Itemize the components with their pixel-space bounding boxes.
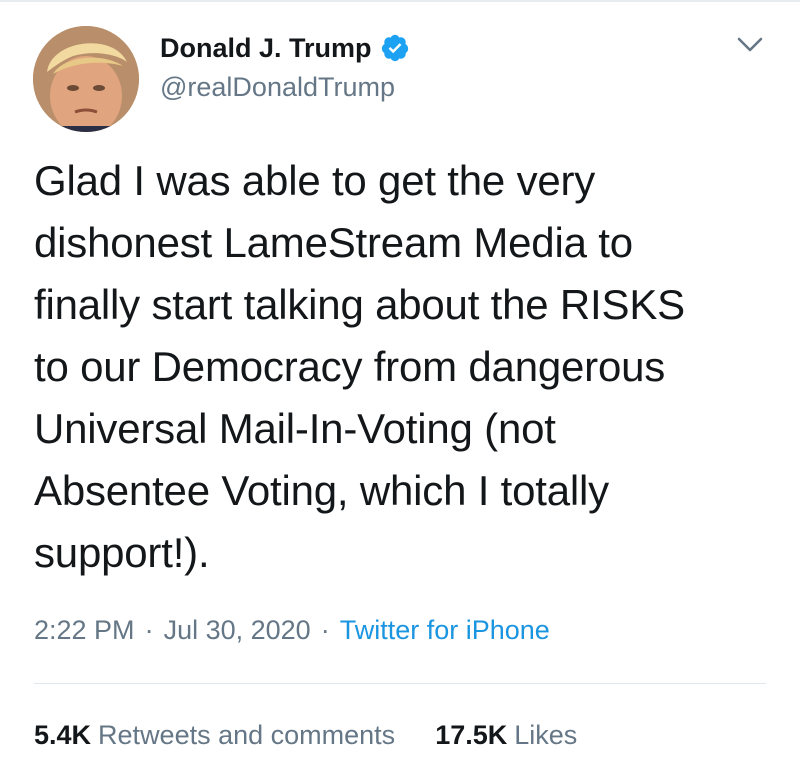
meta-separator: · <box>320 614 330 645</box>
tweet-source-link[interactable]: Twitter for iPhone <box>340 615 550 646</box>
meta-separator: · <box>144 614 154 645</box>
likes-stat[interactable]: 17.5K Likes <box>435 720 577 751</box>
retweets-label: Retweets and comments <box>98 719 396 750</box>
tweet-time[interactable]: 2:22 PM <box>34 615 135 646</box>
author-row: Donald J. Trump <box>160 30 410 66</box>
likes-count: 17.5K <box>435 719 508 750</box>
profile-photo-icon <box>33 26 139 132</box>
verified-badge-icon <box>381 34 408 62</box>
tweet-meta: 2:22 PM · Jul 30, 2020 · Twitter for iPh… <box>34 610 550 650</box>
retweets-stat[interactable]: 5.4K Retweets and comments <box>34 720 395 751</box>
tweet-date[interactable]: Jul 30, 2020 <box>164 615 311 646</box>
chevron-down-icon[interactable] <box>735 34 765 56</box>
tweet-stats: 5.4K Retweets and comments 17.5K Likes <box>34 713 577 757</box>
avatar[interactable] <box>33 26 139 132</box>
tweet-text: Glad I was able to get the very dishones… <box>34 157 685 576</box>
likes-label: Likes <box>514 719 578 750</box>
top-divider <box>0 0 800 2</box>
author-handle[interactable]: @realDonaldTrump <box>160 72 395 103</box>
retweets-count: 5.4K <box>34 719 92 750</box>
author-name[interactable]: Donald J. Trump <box>160 33 372 64</box>
divider <box>34 683 766 684</box>
